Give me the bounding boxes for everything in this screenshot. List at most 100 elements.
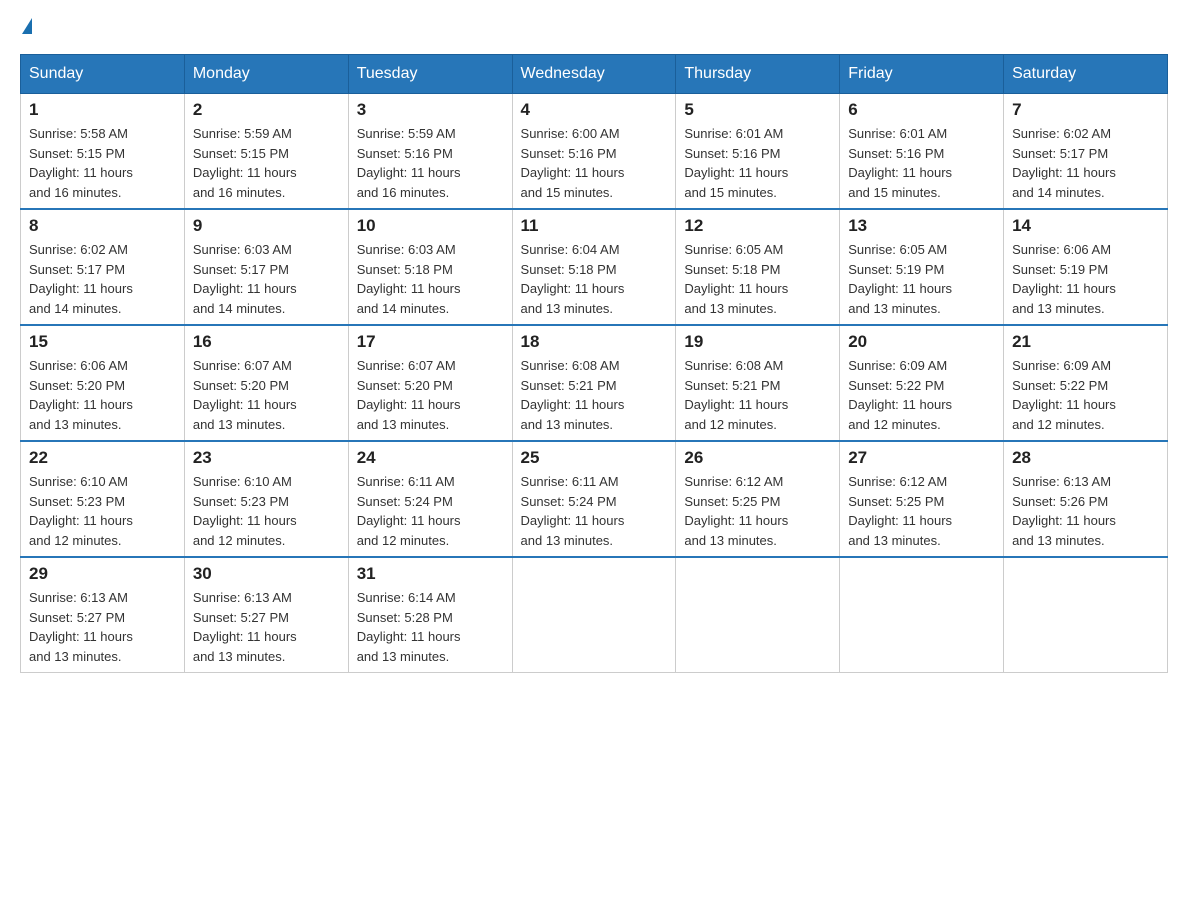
calendar-cell: 23 Sunrise: 6:10 AM Sunset: 5:23 PM Dayl… (184, 441, 348, 557)
calendar-cell: 12 Sunrise: 6:05 AM Sunset: 5:18 PM Dayl… (676, 209, 840, 325)
calendar-cell: 8 Sunrise: 6:02 AM Sunset: 5:17 PM Dayli… (21, 209, 185, 325)
col-header-friday: Friday (840, 55, 1004, 94)
calendar-cell: 10 Sunrise: 6:03 AM Sunset: 5:18 PM Dayl… (348, 209, 512, 325)
day-number: 15 (29, 332, 176, 352)
day-info: Sunrise: 6:05 AM Sunset: 5:18 PM Dayligh… (684, 240, 831, 318)
day-info: Sunrise: 6:02 AM Sunset: 5:17 PM Dayligh… (1012, 124, 1159, 202)
calendar-cell: 5 Sunrise: 6:01 AM Sunset: 5:16 PM Dayli… (676, 94, 840, 210)
day-info: Sunrise: 6:06 AM Sunset: 5:20 PM Dayligh… (29, 356, 176, 434)
day-info: Sunrise: 6:07 AM Sunset: 5:20 PM Dayligh… (357, 356, 504, 434)
calendar-week-row: 8 Sunrise: 6:02 AM Sunset: 5:17 PM Dayli… (21, 209, 1168, 325)
col-header-sunday: Sunday (21, 55, 185, 94)
calendar-cell: 13 Sunrise: 6:05 AM Sunset: 5:19 PM Dayl… (840, 209, 1004, 325)
day-number: 19 (684, 332, 831, 352)
day-number: 12 (684, 216, 831, 236)
day-info: Sunrise: 6:01 AM Sunset: 5:16 PM Dayligh… (684, 124, 831, 202)
calendar-week-row: 22 Sunrise: 6:10 AM Sunset: 5:23 PM Dayl… (21, 441, 1168, 557)
day-info: Sunrise: 6:03 AM Sunset: 5:18 PM Dayligh… (357, 240, 504, 318)
calendar-cell: 30 Sunrise: 6:13 AM Sunset: 5:27 PM Dayl… (184, 557, 348, 673)
day-number: 11 (521, 216, 668, 236)
calendar-table: SundayMondayTuesdayWednesdayThursdayFrid… (20, 54, 1168, 673)
col-header-monday: Monday (184, 55, 348, 94)
calendar-cell: 16 Sunrise: 6:07 AM Sunset: 5:20 PM Dayl… (184, 325, 348, 441)
day-number: 23 (193, 448, 340, 468)
day-number: 22 (29, 448, 176, 468)
calendar-cell: 31 Sunrise: 6:14 AM Sunset: 5:28 PM Dayl… (348, 557, 512, 673)
col-header-tuesday: Tuesday (348, 55, 512, 94)
calendar-cell: 26 Sunrise: 6:12 AM Sunset: 5:25 PM Dayl… (676, 441, 840, 557)
day-info: Sunrise: 6:08 AM Sunset: 5:21 PM Dayligh… (521, 356, 668, 434)
day-number: 16 (193, 332, 340, 352)
day-number: 29 (29, 564, 176, 584)
calendar-cell: 20 Sunrise: 6:09 AM Sunset: 5:22 PM Dayl… (840, 325, 1004, 441)
calendar-cell (840, 557, 1004, 673)
day-number: 20 (848, 332, 995, 352)
day-number: 14 (1012, 216, 1159, 236)
day-number: 26 (684, 448, 831, 468)
day-number: 2 (193, 100, 340, 120)
day-info: Sunrise: 6:13 AM Sunset: 5:26 PM Dayligh… (1012, 472, 1159, 550)
day-number: 28 (1012, 448, 1159, 468)
calendar-week-row: 29 Sunrise: 6:13 AM Sunset: 5:27 PM Dayl… (21, 557, 1168, 673)
day-info: Sunrise: 6:10 AM Sunset: 5:23 PM Dayligh… (193, 472, 340, 550)
logo-triangle-icon (22, 18, 32, 34)
calendar-cell: 28 Sunrise: 6:13 AM Sunset: 5:26 PM Dayl… (1004, 441, 1168, 557)
calendar-week-row: 15 Sunrise: 6:06 AM Sunset: 5:20 PM Dayl… (21, 325, 1168, 441)
day-info: Sunrise: 6:13 AM Sunset: 5:27 PM Dayligh… (193, 588, 340, 666)
calendar-cell: 6 Sunrise: 6:01 AM Sunset: 5:16 PM Dayli… (840, 94, 1004, 210)
day-info: Sunrise: 6:10 AM Sunset: 5:23 PM Dayligh… (29, 472, 176, 550)
day-number: 7 (1012, 100, 1159, 120)
day-number: 30 (193, 564, 340, 584)
calendar-cell: 9 Sunrise: 6:03 AM Sunset: 5:17 PM Dayli… (184, 209, 348, 325)
col-header-thursday: Thursday (676, 55, 840, 94)
calendar-cell (512, 557, 676, 673)
calendar-cell: 15 Sunrise: 6:06 AM Sunset: 5:20 PM Dayl… (21, 325, 185, 441)
day-info: Sunrise: 6:02 AM Sunset: 5:17 PM Dayligh… (29, 240, 176, 318)
page-header (20, 20, 1168, 34)
day-info: Sunrise: 6:00 AM Sunset: 5:16 PM Dayligh… (521, 124, 668, 202)
day-number: 10 (357, 216, 504, 236)
day-number: 18 (521, 332, 668, 352)
day-info: Sunrise: 5:59 AM Sunset: 5:16 PM Dayligh… (357, 124, 504, 202)
day-info: Sunrise: 6:09 AM Sunset: 5:22 PM Dayligh… (1012, 356, 1159, 434)
col-header-saturday: Saturday (1004, 55, 1168, 94)
day-info: Sunrise: 6:12 AM Sunset: 5:25 PM Dayligh… (684, 472, 831, 550)
day-info: Sunrise: 6:01 AM Sunset: 5:16 PM Dayligh… (848, 124, 995, 202)
day-info: Sunrise: 6:14 AM Sunset: 5:28 PM Dayligh… (357, 588, 504, 666)
day-info: Sunrise: 6:04 AM Sunset: 5:18 PM Dayligh… (521, 240, 668, 318)
day-number: 27 (848, 448, 995, 468)
day-info: Sunrise: 6:11 AM Sunset: 5:24 PM Dayligh… (357, 472, 504, 550)
day-number: 13 (848, 216, 995, 236)
day-number: 9 (193, 216, 340, 236)
day-number: 25 (521, 448, 668, 468)
day-number: 3 (357, 100, 504, 120)
day-info: Sunrise: 5:58 AM Sunset: 5:15 PM Dayligh… (29, 124, 176, 202)
calendar-cell: 25 Sunrise: 6:11 AM Sunset: 5:24 PM Dayl… (512, 441, 676, 557)
day-number: 17 (357, 332, 504, 352)
calendar-cell: 4 Sunrise: 6:00 AM Sunset: 5:16 PM Dayli… (512, 94, 676, 210)
day-number: 6 (848, 100, 995, 120)
calendar-header-row: SundayMondayTuesdayWednesdayThursdayFrid… (21, 55, 1168, 94)
logo (20, 20, 32, 34)
day-number: 4 (521, 100, 668, 120)
day-info: Sunrise: 6:12 AM Sunset: 5:25 PM Dayligh… (848, 472, 995, 550)
day-info: Sunrise: 6:03 AM Sunset: 5:17 PM Dayligh… (193, 240, 340, 318)
day-number: 5 (684, 100, 831, 120)
day-info: Sunrise: 6:06 AM Sunset: 5:19 PM Dayligh… (1012, 240, 1159, 318)
day-info: Sunrise: 6:13 AM Sunset: 5:27 PM Dayligh… (29, 588, 176, 666)
calendar-cell: 21 Sunrise: 6:09 AM Sunset: 5:22 PM Dayl… (1004, 325, 1168, 441)
day-info: Sunrise: 6:08 AM Sunset: 5:21 PM Dayligh… (684, 356, 831, 434)
calendar-cell: 2 Sunrise: 5:59 AM Sunset: 5:15 PM Dayli… (184, 94, 348, 210)
day-number: 1 (29, 100, 176, 120)
calendar-cell: 19 Sunrise: 6:08 AM Sunset: 5:21 PM Dayl… (676, 325, 840, 441)
day-number: 31 (357, 564, 504, 584)
calendar-cell: 29 Sunrise: 6:13 AM Sunset: 5:27 PM Dayl… (21, 557, 185, 673)
calendar-cell (1004, 557, 1168, 673)
calendar-cell: 24 Sunrise: 6:11 AM Sunset: 5:24 PM Dayl… (348, 441, 512, 557)
calendar-cell: 27 Sunrise: 6:12 AM Sunset: 5:25 PM Dayl… (840, 441, 1004, 557)
day-number: 21 (1012, 332, 1159, 352)
day-info: Sunrise: 6:05 AM Sunset: 5:19 PM Dayligh… (848, 240, 995, 318)
col-header-wednesday: Wednesday (512, 55, 676, 94)
day-number: 8 (29, 216, 176, 236)
calendar-cell: 17 Sunrise: 6:07 AM Sunset: 5:20 PM Dayl… (348, 325, 512, 441)
